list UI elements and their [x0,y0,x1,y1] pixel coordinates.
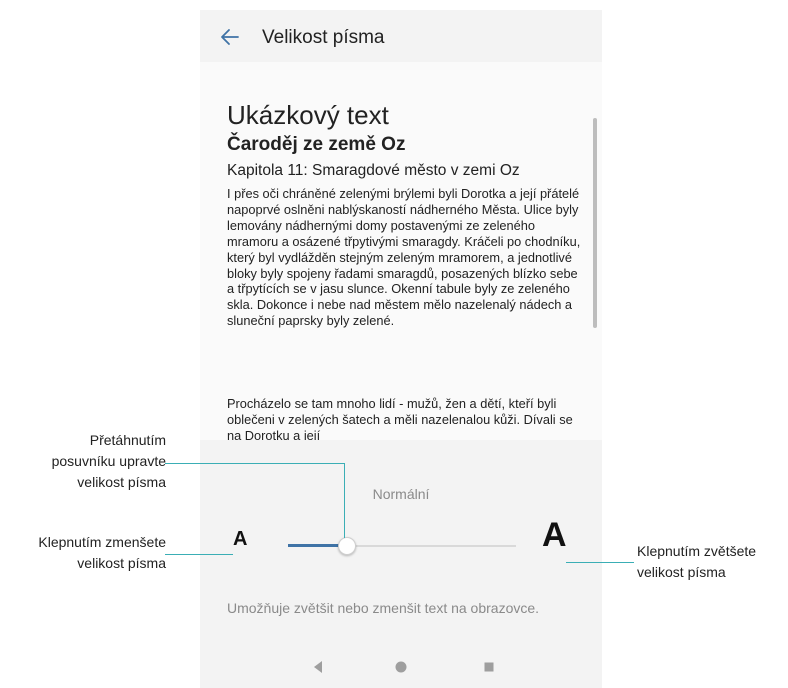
preview-chapter: Kapitola 11: Smaragdové město v zemi Oz [227,162,520,179]
font-size-level-label: Normální [372,486,430,502]
callout-increase: Klepnutím zvětšete velikost písma [637,541,756,583]
arrow-left-icon[interactable] [218,25,242,49]
nav-back-triangle-icon[interactable] [312,660,324,674]
font-size-description: Umožňuje zvětšit nebo zmenšit text na ob… [227,600,540,616]
decrease-font-button[interactable]: A [233,528,247,551]
increase-font-button[interactable]: A [542,516,567,555]
leader-line-slider-vertical [344,463,345,538]
sample-text-preview[interactable]: Ukázkový text Čaroděj ze země Oz Kapitol… [200,62,602,440]
preview-scrollbar[interactable] [593,118,597,328]
callout-text: Klepnutím zvětšete velikost písma [637,543,757,580]
font-size-slider[interactable] [288,536,516,556]
callout-text: Klepnutím zmenšete velikost písma [38,534,166,571]
leader-line-increase [566,562,634,563]
page-title: Velikost písma [262,27,385,48]
callout-decrease: Klepnutím zmenšete velikost písma [38,532,166,574]
preview-heading: Ukázkový text [227,100,389,130]
nav-home-circle-icon[interactable] [394,660,408,674]
leader-line-decrease [165,554,233,555]
app-bar: Velikost písma [200,10,602,62]
slider-thumb[interactable] [338,537,357,555]
callout-slider: Přetáhnutím posuvníku upravte velikost pís… [52,430,166,493]
callout-text: Přetáhnutím posuvníku upravte velikost pís… [51,432,166,490]
preview-paragraph: I přes oči chráněné zelenými brýlemi byl… [227,186,581,329]
phone-screen: Velikost písma Ukázkový text Čaroděj ze … [200,10,602,688]
font-size-controls: Normální A A Umožňuje zvětšit nebo zmenš… [200,440,602,648]
preview-paragraph: Procházelo se tam mnoho lidí - mužů, žen… [227,396,573,440]
preview-subheading: Čaroděj ze země Oz [227,134,406,155]
system-nav-bar [200,648,602,688]
nav-recents-square-icon[interactable] [483,660,495,674]
leader-line-slider [165,463,345,464]
